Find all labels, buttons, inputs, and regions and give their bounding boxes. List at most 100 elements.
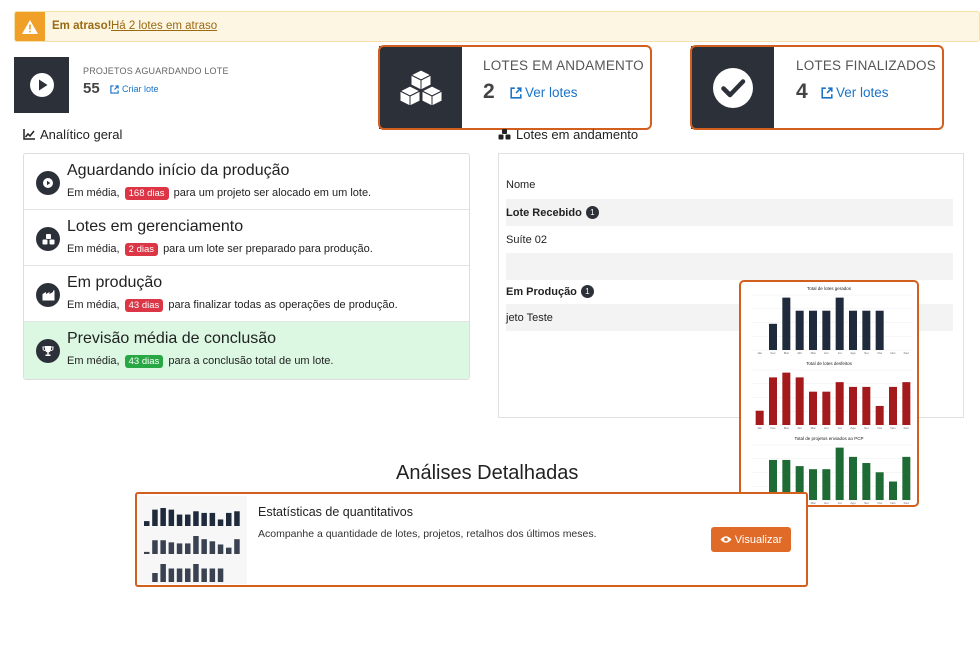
charts-preview: Total de lotes gerados Jan Fev Mar Abr Mai Jun…	[739, 280, 919, 507]
charts-svg: Total de lotes gerados Jan Fev Mar Abr Mai Jun…	[753, 286, 913, 505]
chart-bar	[822, 391, 831, 425]
quantitative-stats-card: Estatísticas de quantitativos Acompanhe …	[135, 492, 808, 587]
tick-label: Abr	[797, 426, 802, 430]
stats-card-description: Acompanhe a quantidade de lotes, projeto…	[258, 528, 597, 540]
chart-title: Total de lotes desfeitos	[806, 361, 853, 366]
chart-bar	[849, 310, 857, 350]
thumbnail-bar	[168, 542, 175, 554]
count-badge: 1	[580, 285, 594, 298]
thumbnail-bar	[160, 508, 166, 526]
thumbnail-bar	[152, 540, 158, 554]
chart-bar	[875, 310, 884, 350]
tick-label: Mai	[811, 501, 816, 505]
tick-label: Out	[877, 426, 882, 430]
tick-label: Set	[864, 351, 869, 355]
thumbnail-bar	[217, 568, 224, 582]
chart-bar	[822, 310, 831, 350]
chart-bar	[795, 310, 804, 350]
eye-icon	[720, 536, 732, 543]
lots-panel-heading-text: Lotes em andamento	[516, 127, 639, 142]
list-item-title: Previsão média de conclusão	[67, 330, 277, 347]
chart-bar	[809, 469, 817, 500]
thumbnail-bar	[185, 514, 191, 526]
tick-label: Jul	[838, 426, 842, 430]
thumbnail-bar	[226, 512, 232, 526]
chart-bar	[782, 372, 791, 425]
overview-heading-text: Analítico geral	[40, 127, 123, 142]
chart-bar	[835, 297, 844, 350]
cubes-icon	[36, 227, 60, 251]
chart-bar	[875, 405, 884, 425]
view-button-label: Visualizar	[734, 533, 783, 546]
trophy-icon	[36, 339, 60, 363]
tick-label: Jun	[824, 426, 829, 430]
chart-bar	[795, 377, 804, 425]
thumbnail-bar	[193, 511, 199, 526]
chart-bar	[862, 463, 871, 500]
tick-label: Dez	[904, 351, 910, 355]
chart-bar	[809, 310, 817, 350]
chart-bar	[889, 481, 897, 500]
view-button[interactable]: Visualizar	[711, 527, 791, 552]
thumbnail-bar	[193, 564, 199, 582]
thumbnail-bar	[176, 568, 183, 582]
list-item-text: Em média, 168 dias para um projeto ser a…	[67, 187, 371, 200]
chart-bar	[902, 456, 911, 500]
chart-bar	[755, 410, 764, 425]
chart-bar	[902, 382, 911, 425]
thumbnail-bar	[217, 519, 224, 526]
thumbnail-bars	[144, 508, 240, 582]
create-lot-link[interactable]: Criar lote	[110, 84, 159, 94]
chart-bar	[835, 382, 844, 425]
thumbnail-bar	[185, 568, 191, 582]
tick-label: Abr	[797, 351, 802, 355]
tick-label: Ago	[850, 426, 856, 430]
group-row[interactable]: Lote Recebido 1	[506, 199, 953, 226]
tick-label: Dez	[904, 501, 910, 505]
tick-label: Fev	[770, 351, 776, 355]
list-item-suffix: para um lote ser preparado para produção…	[163, 243, 373, 255]
chart-bar	[822, 469, 831, 500]
tick-label: Jan	[757, 426, 762, 430]
thumbnail-bar	[176, 514, 183, 526]
tick-label: Jun	[824, 351, 829, 355]
days-badge: 2 dias	[124, 243, 158, 256]
thumbnail-bar	[209, 541, 216, 554]
lot-name: jeto Teste	[506, 311, 553, 324]
stats-card-title: Estatísticas de quantitativos	[258, 505, 413, 519]
tick-label: Mai	[811, 351, 816, 355]
thumbnail-bar	[217, 544, 224, 554]
list-item-title: Aguardando início da produção	[67, 162, 290, 179]
chart-bar	[769, 323, 777, 350]
tick-label: Mai	[811, 426, 816, 430]
table-row-empty	[506, 253, 953, 280]
days-badge: 43 dias	[124, 355, 164, 368]
tick-label: Mar	[784, 351, 789, 355]
overdue-lots-link[interactable]: Há 2 lotes em atraso	[111, 20, 217, 32]
thumbnail-bar	[176, 543, 183, 554]
tick-label: Fev	[770, 426, 776, 430]
count-badge: 1	[585, 206, 599, 219]
thumbnail-bar	[160, 564, 166, 582]
list-item-text: Em média, 2 dias para um lote ser prepar…	[67, 243, 373, 256]
table-row[interactable]: Suíte 02	[506, 226, 953, 253]
thumbnail-bar	[209, 512, 216, 526]
lot-name: Suíte 02	[506, 233, 547, 246]
thumbnail-bar	[209, 568, 216, 582]
play-icon	[36, 171, 60, 195]
tick-label: Mar	[784, 426, 789, 430]
play-icon	[14, 57, 69, 113]
thumbnail-bar	[234, 511, 240, 526]
days-badge: 168 dias	[124, 187, 169, 200]
tick-label: Set	[864, 426, 869, 430]
create-lot-label: Criar lote	[122, 84, 159, 94]
thumbnail-bar	[160, 540, 166, 554]
column-name: Nome	[506, 178, 536, 191]
waiting-projects-card: PROJETOS AGUARDANDO LOTE 55 Criar lote	[14, 57, 374, 113]
factory-icon	[36, 283, 60, 307]
tick-label: Ago	[850, 501, 856, 505]
thumbnail-bar	[152, 573, 158, 582]
list-item-text: Em média, 43 dias para a conclusão total…	[67, 355, 333, 368]
thumbnail-bar	[201, 539, 207, 554]
tick-label: Nov	[890, 501, 896, 505]
